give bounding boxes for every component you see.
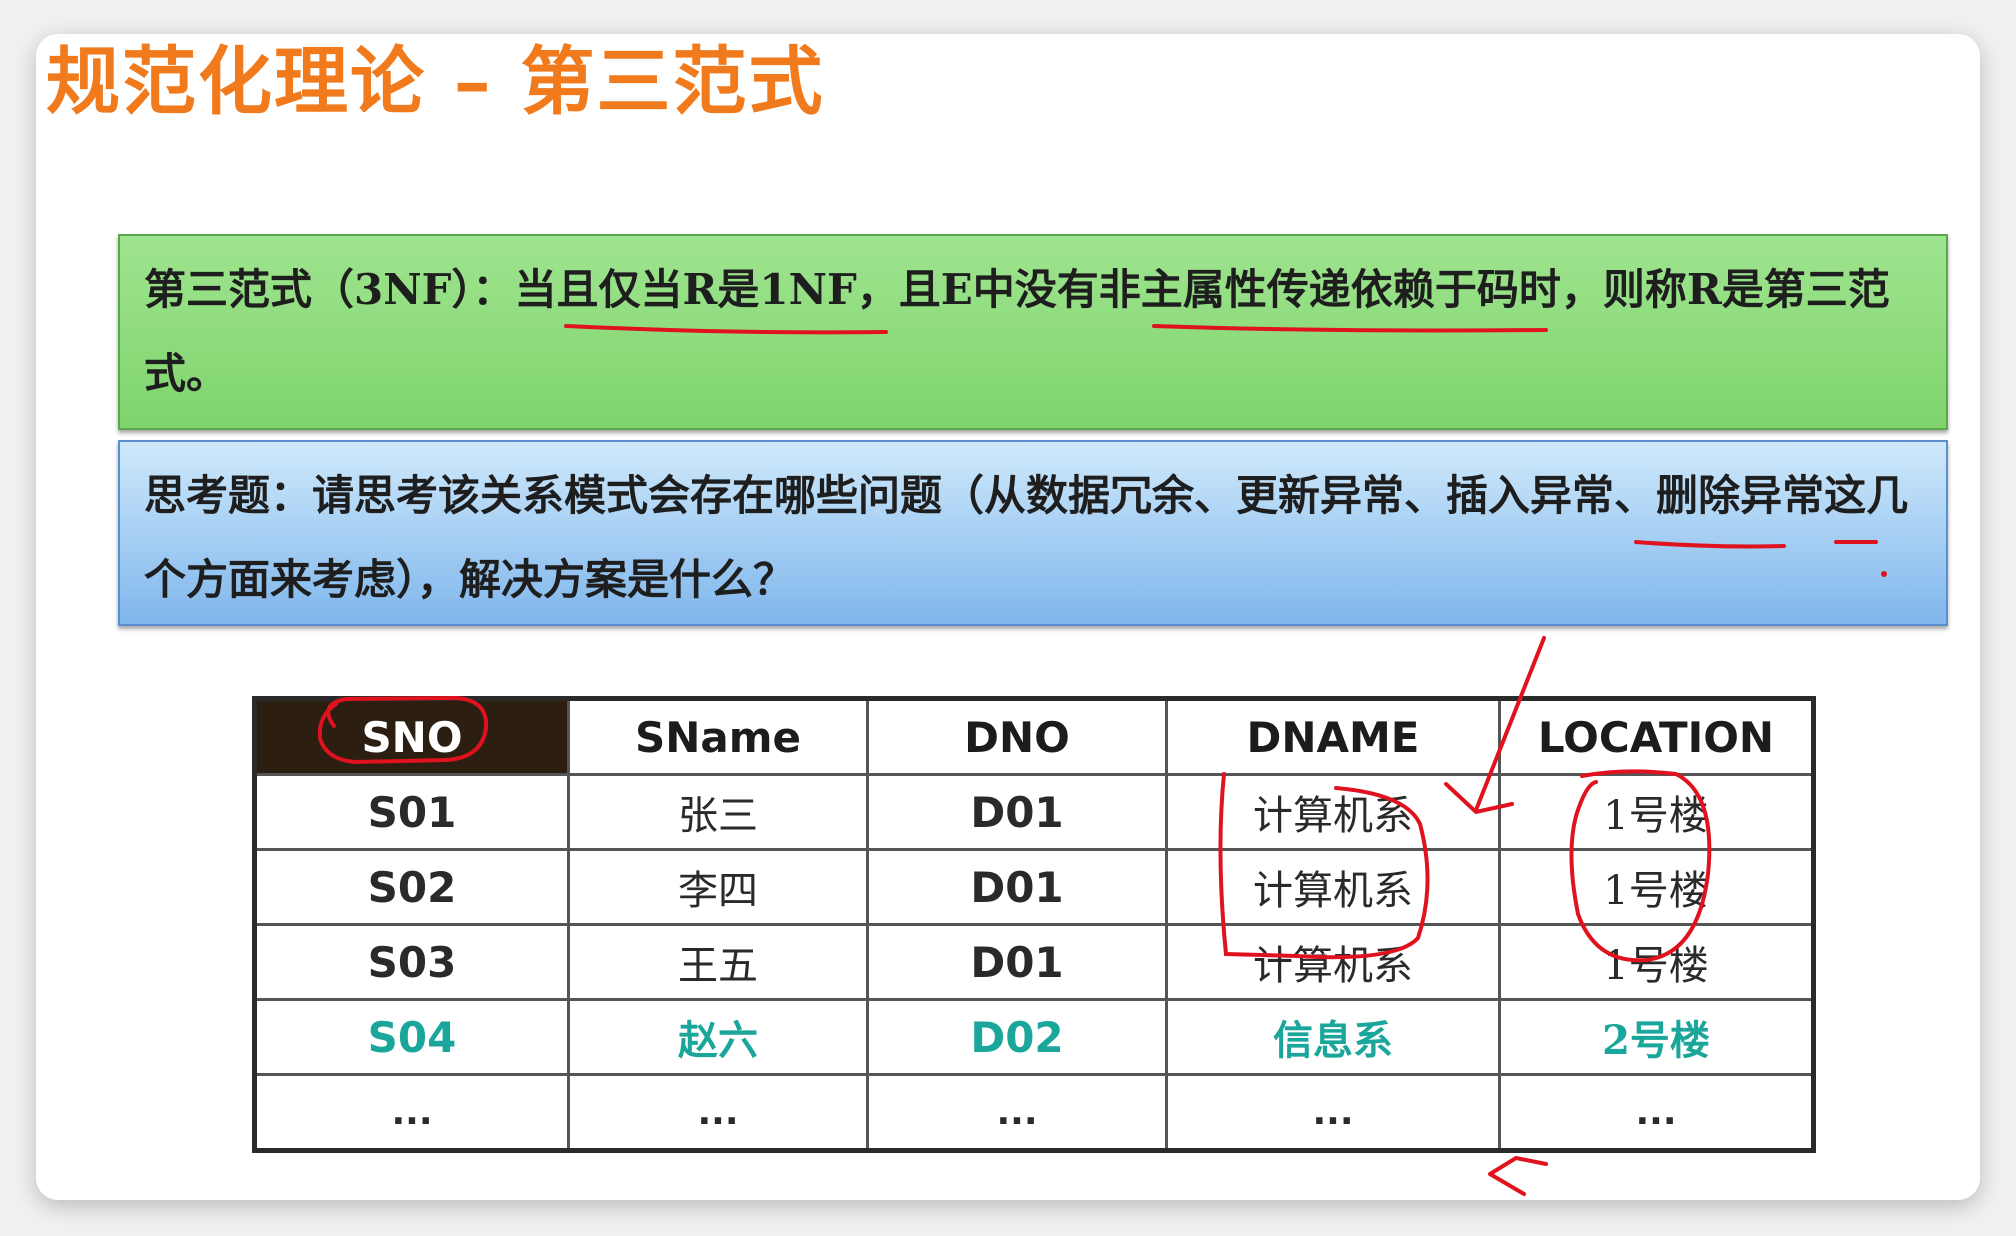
- cell-location: 2号楼: [1498, 998, 1815, 1076]
- cell-dno: D01: [866, 773, 1168, 851]
- question-box: 思考题：请思考该关系模式会存在哪些问题（从数据冗余、更新异常、插入异常、删除异常…: [118, 440, 1948, 626]
- cell-ellipsis: ...: [1165, 1073, 1501, 1152]
- cell-sname: 李四: [567, 848, 869, 926]
- cell-sno: S02: [253, 848, 570, 926]
- cell-ellipsis: ...: [567, 1073, 869, 1152]
- table-row: S02 李四 D01 计算机系 1号楼: [253, 848, 1815, 926]
- cell-dname: 计算机系: [1165, 773, 1501, 851]
- definition-condition-1nf: 当且仅当R是1NF: [514, 265, 857, 314]
- question-prefix: 思考题：请思考该关系模式会存在哪些问题（从数据冗余、更新异常、: [144, 471, 1447, 520]
- header-sname: SName: [567, 697, 869, 776]
- question-delete-char: 删: [1656, 471, 1699, 520]
- cell-location: 1号楼: [1498, 923, 1815, 1001]
- table-header-row: SNO SName DNO DNAME LOCATION: [253, 697, 1815, 776]
- definition-box: 第三范式（3NF）：当且仅当R是1NF，且E中没有非主属性传递依赖于码时，则称R…: [118, 234, 1948, 430]
- slide: 规范化理论 – 第三范式 第三范式（3NF）：当且仅当R是1NF，且E中没有非主…: [36, 34, 1980, 1200]
- cell-sname: 王五: [567, 923, 869, 1001]
- cell-dno: D01: [866, 923, 1168, 1001]
- header-sno: SNO: [253, 697, 570, 776]
- table-row: S01 张三 D01 计算机系 1号楼: [253, 773, 1815, 851]
- table-row-ellipsis: ... ... ... ... ...: [253, 1073, 1815, 1152]
- cell-dname: 信息系: [1165, 998, 1501, 1076]
- cell-dname: 计算机系: [1165, 923, 1501, 1001]
- header-location: LOCATION: [1498, 697, 1815, 776]
- definition-transitive-dependency: 非主属性传递依赖: [1098, 265, 1435, 314]
- cell-dname: 计算机系: [1165, 848, 1501, 926]
- arrow-bottom: [1488, 1155, 1548, 1196]
- cell-dno: D01: [866, 848, 1168, 926]
- cell-sno: S03: [253, 923, 570, 1001]
- header-dno: DNO: [866, 697, 1168, 776]
- slide-title: 规范化理论 – 第三范式: [46, 39, 825, 125]
- cell-dno: D02: [866, 998, 1168, 1076]
- cell-ellipsis: ...: [1498, 1073, 1815, 1152]
- question-sep: 、: [1614, 471, 1657, 520]
- cell-sname: 赵六: [567, 998, 869, 1076]
- header-dname: DNAME: [1165, 697, 1501, 776]
- cell-location: 1号楼: [1498, 773, 1815, 851]
- cell-ellipsis: ...: [866, 1073, 1168, 1152]
- cell-sname: 张三: [567, 773, 869, 851]
- table-row: S03 王五 D01 计算机系 1号楼: [253, 923, 1815, 1001]
- relation-table: SNO SName DNO DNAME LOCATION S01 张三 D01 …: [252, 696, 1816, 1153]
- table-row-highlighted: S04 赵六 D02 信息系 2号楼: [253, 998, 1815, 1076]
- cell-ellipsis: ...: [253, 1073, 570, 1152]
- cell-location: 1号楼: [1498, 848, 1815, 926]
- definition-middle: ，且E中没有: [856, 265, 1099, 314]
- cell-sno: S04: [253, 998, 570, 1076]
- definition-prefix: 第三范式（3NF）：: [144, 265, 515, 314]
- question-insert-anomaly: 插入异常: [1446, 471, 1615, 520]
- cell-sno: S01: [253, 773, 570, 851]
